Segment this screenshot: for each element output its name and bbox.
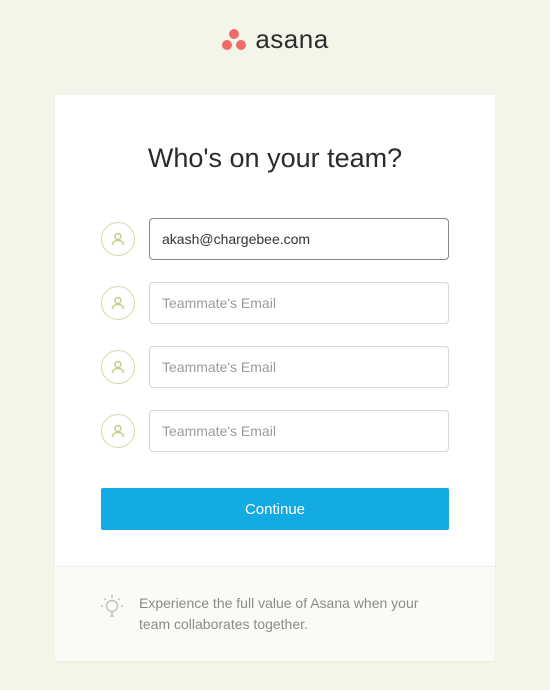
person-icon bbox=[101, 222, 135, 256]
person-icon bbox=[101, 350, 135, 384]
email-input-0[interactable] bbox=[149, 218, 449, 260]
brand-logo: asana bbox=[0, 24, 550, 55]
email-row-0 bbox=[101, 218, 449, 260]
asana-dots-icon bbox=[221, 28, 247, 52]
email-row-1 bbox=[101, 282, 449, 324]
email-row-2 bbox=[101, 346, 449, 388]
person-icon bbox=[101, 414, 135, 448]
continue-button[interactable]: Continue bbox=[101, 488, 449, 530]
page-title: Who's on your team? bbox=[101, 143, 449, 174]
tip-footer: Experience the full value of Asana when … bbox=[55, 566, 495, 661]
brand-name: asana bbox=[255, 24, 328, 55]
person-icon bbox=[101, 286, 135, 320]
email-row-3 bbox=[101, 410, 449, 452]
email-input-1[interactable] bbox=[149, 282, 449, 324]
lightbulb-icon bbox=[101, 595, 123, 624]
email-input-2[interactable] bbox=[149, 346, 449, 388]
tip-text: Experience the full value of Asana when … bbox=[139, 593, 449, 635]
email-input-3[interactable] bbox=[149, 410, 449, 452]
invite-card: Who's on your team? bbox=[55, 95, 495, 661]
